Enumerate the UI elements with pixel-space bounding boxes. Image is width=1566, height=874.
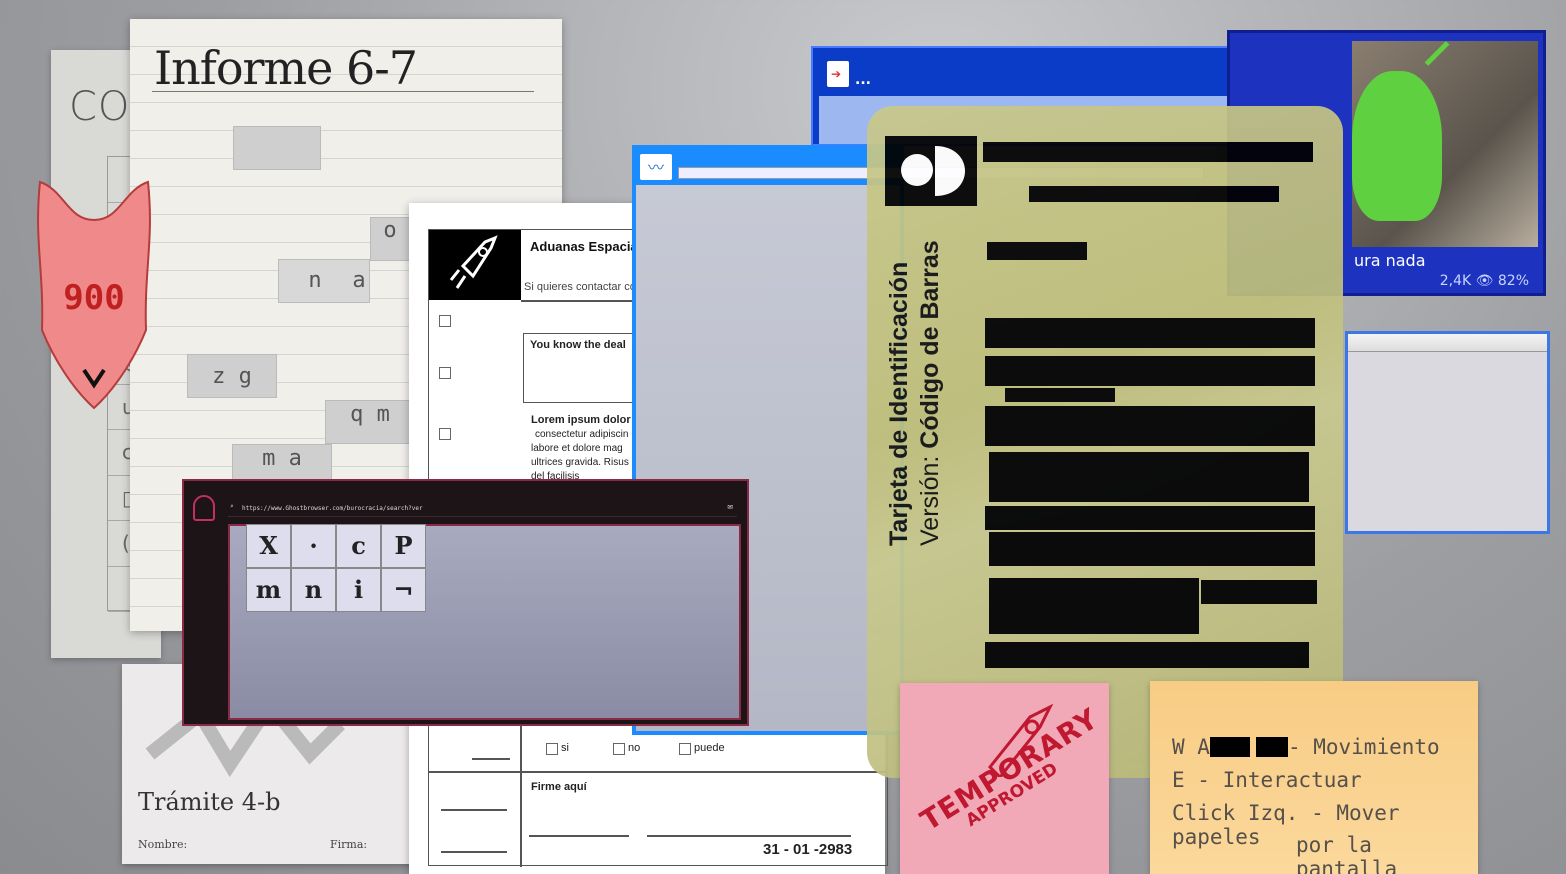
mail-icon[interactable]: ✉ bbox=[728, 502, 733, 512]
badge-value: 900 bbox=[63, 278, 125, 318]
redaction-bar bbox=[985, 506, 1315, 530]
eye-icon: 👁 bbox=[1475, 273, 1494, 289]
blue-window-title: ... bbox=[855, 72, 871, 88]
lorem-line: ultrices gravida. Risus bbox=[531, 457, 629, 468]
controls-line-2: E - Interactuar bbox=[1172, 768, 1362, 792]
form-row-line bbox=[428, 771, 888, 773]
redaction-bar bbox=[1209, 737, 1250, 757]
sign-label: Firme aquí bbox=[531, 781, 587, 793]
option-si-checkbox[interactable] bbox=[546, 743, 558, 755]
option-si-label: si bbox=[561, 742, 569, 754]
search-icon: ⌕ bbox=[230, 503, 234, 510]
sign-line[interactable] bbox=[647, 835, 851, 837]
glyph-tile[interactable]: i bbox=[336, 568, 381, 612]
id-card-vertical-title: Tarjeta de Identificación Versión: Códig… bbox=[885, 240, 945, 546]
redaction-bar bbox=[987, 242, 1087, 260]
url-bar[interactable]: ⌕ https://www.Ghostbrowser.com/burocraci… bbox=[228, 501, 737, 517]
redaction-bar bbox=[1029, 186, 1279, 202]
deal-label: You know the deal bbox=[530, 339, 626, 351]
ghost-icon bbox=[193, 495, 215, 521]
url-text: https://www.Ghostbrowser.com/burocracia/… bbox=[242, 505, 423, 512]
tramite-title: Trámite 4-b bbox=[138, 788, 281, 816]
redaction-bar bbox=[1255, 737, 1288, 757]
video-thumbnail bbox=[1352, 41, 1538, 247]
sign-line bbox=[441, 809, 507, 811]
informe-tile: z g bbox=[187, 354, 277, 398]
controls-line-4: por la pantalla bbox=[1296, 833, 1398, 874]
controls-note[interactable]: W A- Movimiento E - Interactuar Click Iz… bbox=[1150, 681, 1478, 874]
id-card-version-prefix: Versión: bbox=[916, 455, 944, 546]
form-checkbox[interactable] bbox=[439, 315, 451, 327]
redaction-bar bbox=[985, 406, 1315, 446]
id-card-version-name: Código de Barras bbox=[916, 240, 944, 449]
lorem-line: consectetur adipiscin bbox=[535, 429, 629, 440]
small-window[interactable] bbox=[1345, 331, 1550, 534]
mustache-window-titlebar[interactable]: 〰 bbox=[632, 145, 1204, 185]
redaction-bar bbox=[989, 578, 1199, 634]
lorem-line: labore et dolore mag bbox=[531, 443, 623, 454]
form-header: Aduanas Espacia bbox=[530, 239, 638, 254]
glyph-tile[interactable]: c bbox=[336, 524, 381, 568]
tramite-name-label: Nombre: bbox=[138, 838, 188, 851]
form-date: 31 - 01 -2983 bbox=[763, 841, 853, 858]
score-badge: 900 bbox=[34, 180, 154, 410]
option-no-checkbox[interactable] bbox=[613, 743, 625, 755]
video-stats: 2,4K 👁 82% bbox=[1440, 273, 1529, 289]
informe-title: Informe 6-7 bbox=[154, 41, 418, 95]
controls-line-1-end: - Movimiento bbox=[1287, 735, 1440, 759]
redaction-bar bbox=[989, 532, 1315, 566]
informe-tile: n bbox=[308, 268, 322, 293]
ghost-browser-window[interactable]: ⌕ https://www.Ghostbrowser.com/burocraci… bbox=[182, 479, 749, 726]
redaction-bar bbox=[985, 318, 1315, 348]
alien-face bbox=[1352, 71, 1442, 221]
glyph-tile[interactable]: P bbox=[381, 524, 426, 568]
sign-line bbox=[529, 835, 629, 837]
form-subheader: Si quieres contactar co bbox=[524, 281, 636, 293]
redaction-bar bbox=[985, 356, 1315, 386]
option-puede-label: puede bbox=[694, 742, 725, 754]
form-checkbox[interactable] bbox=[439, 367, 451, 379]
redaction-bar bbox=[1201, 580, 1317, 604]
informe-tile: o bbox=[370, 217, 410, 261]
antenna-icon bbox=[1424, 41, 1450, 66]
rocket-logo-icon bbox=[429, 230, 521, 300]
glyph-tile[interactable]: m bbox=[246, 568, 291, 612]
sign-line bbox=[441, 851, 507, 853]
glyph-tile[interactable]: X bbox=[246, 524, 291, 568]
redaction-bar bbox=[1005, 388, 1115, 402]
document-icon: ➔ bbox=[827, 61, 849, 87]
form-checkbox[interactable] bbox=[439, 428, 451, 440]
temporary-approved-note[interactable]: TEMPORARY APPROVED bbox=[900, 683, 1109, 874]
small-window-titlebar[interactable] bbox=[1348, 334, 1547, 352]
option-no-label: no bbox=[628, 742, 641, 754]
redaction-bar bbox=[1019, 648, 1203, 660]
redaction-bar bbox=[989, 452, 1309, 502]
glyph-tile[interactable]: n bbox=[291, 568, 336, 612]
controls-line-1: W A - Movimiento bbox=[1172, 735, 1440, 759]
id-card-title: Tarjeta de Identificación bbox=[885, 261, 913, 546]
id-logo-icon bbox=[885, 136, 977, 206]
glyph-tile[interactable]: ¬ bbox=[381, 568, 426, 612]
video-caption: ura nada bbox=[1354, 251, 1426, 270]
informe-tile: q m bbox=[325, 400, 415, 444]
view-percent: 82% bbox=[1497, 273, 1529, 289]
mustache-icon: 〰 bbox=[640, 154, 672, 180]
redaction-bar bbox=[983, 142, 1313, 162]
id-card[interactable]: Tarjeta de Identificación Versión: Códig… bbox=[867, 106, 1343, 778]
lorem-line: Lorem ipsum dolor bbox=[531, 414, 631, 426]
glyph-tile[interactable]: · bbox=[291, 524, 336, 568]
informe-tile: a bbox=[352, 268, 366, 293]
option-puede-checkbox[interactable] bbox=[679, 743, 691, 755]
tramite-signature-label: Firma: bbox=[330, 838, 368, 851]
informe-tile bbox=[233, 126, 321, 170]
informe-rule bbox=[152, 91, 534, 92]
answer-line bbox=[472, 758, 510, 760]
view-count: 2,4K bbox=[1439, 273, 1472, 289]
controls-line-1-start: W A bbox=[1172, 735, 1210, 759]
